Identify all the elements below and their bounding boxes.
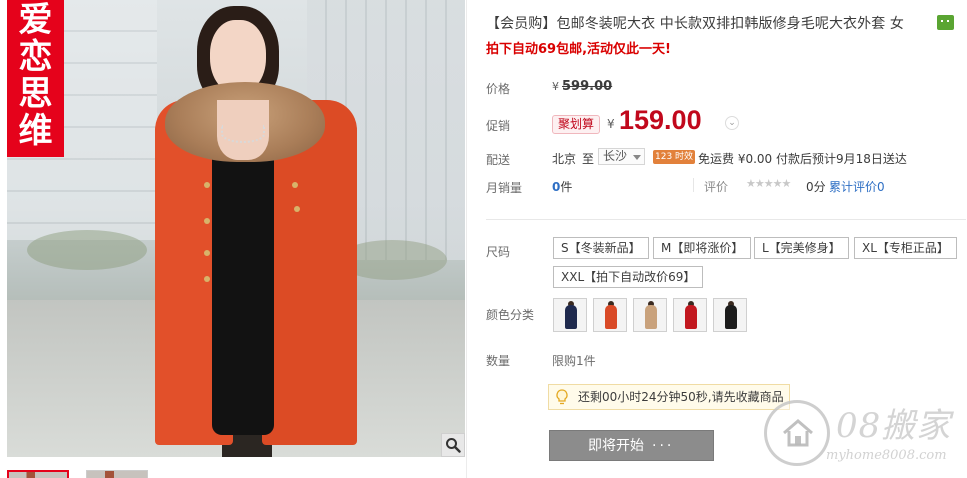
countdown-notice: 还剩00小时24分钟50秒,请先收藏商品 <box>548 384 790 410</box>
cta-dots: ··· <box>652 438 675 454</box>
brand-logo: 爱 恋 思 维 <box>7 0 64 157</box>
cta-label: 即将开始 <box>588 438 644 454</box>
watermark-text: 08搬家 <box>836 406 952 446</box>
rating-label: 评价 <box>704 180 729 194</box>
size-option[interactable]: XXL【拍下自动改价69】 <box>553 266 704 288</box>
swatch-color <box>725 305 737 329</box>
product-title: 【会员购】包邮冬装呢大衣 中长款双排扣韩版修身毛呢大衣外套 女 <box>486 16 904 32</box>
size-option[interactable]: S【冬装新品】 <box>553 237 649 259</box>
color-label: 颜色分类 <box>486 308 535 322</box>
shipping-fee-text: 免运费 ¥0.00 付款后预计9月18日送达 <box>698 152 907 166</box>
brand-char: 维 <box>18 111 53 151</box>
size-option[interactable]: M【即将涨价】 <box>653 237 752 259</box>
mobile-icon[interactable] <box>937 15 954 30</box>
city-select-value: 长沙 <box>603 149 628 163</box>
coming-soon-button[interactable]: 即将开始 ··· <box>549 430 714 461</box>
color-swatch[interactable] <box>553 298 587 332</box>
size-label: 尺码 <box>486 245 511 259</box>
brand-char: 爱 <box>18 0 53 40</box>
magnifier-icon <box>446 438 461 453</box>
caret-down-icon <box>633 155 641 160</box>
shipping-label: 配送 <box>486 153 511 167</box>
thumbnail-2[interactable] <box>86 470 148 478</box>
ship-to-word: 至 <box>582 152 595 166</box>
original-price-value: 599.00 <box>562 79 613 94</box>
divider <box>486 219 966 220</box>
product-subtitle: 拍下自动69包邮,活动仅此一天! <box>486 42 671 57</box>
monthly-sales: 0件 <box>552 178 572 195</box>
promo-price: 159.00 <box>619 105 702 135</box>
swatch-color <box>685 305 697 329</box>
currency-symbol: ¥ <box>552 80 559 93</box>
swatch-color <box>565 305 577 329</box>
currency-symbol: ¥ <box>607 117 615 131</box>
ship-from: 北京 <box>552 152 577 166</box>
separator <box>693 178 694 192</box>
zoom-button[interactable] <box>441 433 465 457</box>
divider <box>466 0 467 478</box>
city-select[interactable]: 长沙 <box>598 148 645 165</box>
watermark-logo <box>764 400 830 466</box>
brand-char: 恋 <box>18 37 53 77</box>
sales-unit: 件 <box>560 180 573 194</box>
size-option[interactable]: XL【专柜正品】 <box>854 237 957 259</box>
swatch-color <box>605 305 617 329</box>
delivery-speed-badge: 123 时效 <box>653 150 696 164</box>
reviews-link[interactable]: 累计评价0 <box>829 178 885 195</box>
color-swatch[interactable] <box>713 298 747 332</box>
countdown-text: 还剩00小时24分钟50秒,请先收藏商品 <box>578 390 784 404</box>
product-gallery: 爱 恋 思 维 <box>7 0 465 478</box>
watermark: 08搬家 myhome8008.com <box>758 392 967 478</box>
product-main-image[interactable] <box>7 0 465 457</box>
brand-char: 思 <box>18 74 53 114</box>
quantity-limit: 限购1件 <box>552 354 596 368</box>
monthly-sales-label: 月销量 <box>486 181 523 195</box>
chevron-down-icon[interactable]: ⌄ <box>725 116 739 130</box>
quantity-label: 数量 <box>486 354 511 368</box>
swatch-color <box>645 305 657 329</box>
original-price: ¥599.00 <box>552 79 612 94</box>
lightbulb-icon <box>556 389 568 405</box>
price-label: 价格 <box>486 82 511 96</box>
size-option[interactable]: L【完美修身】 <box>754 237 849 259</box>
promo-badge[interactable]: 聚划算 <box>552 115 601 134</box>
thumbnail-1[interactable] <box>7 470 69 478</box>
color-swatch[interactable] <box>633 298 667 332</box>
rating-score: 0分 <box>806 180 826 194</box>
rating-stars: ★★★★★ <box>746 177 791 190</box>
watermark-url: myhome8008.com <box>826 448 947 463</box>
house-icon <box>783 419 813 447</box>
promo-label: 促销 <box>486 119 511 133</box>
color-swatch[interactable] <box>673 298 707 332</box>
color-swatch[interactable] <box>593 298 627 332</box>
